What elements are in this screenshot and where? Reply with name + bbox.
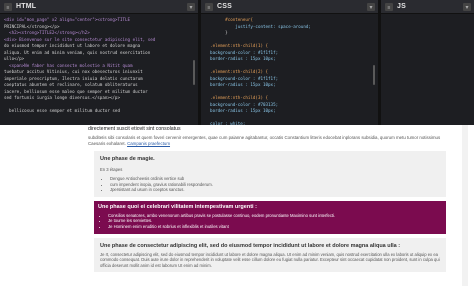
html-pane-title: HTML: [16, 3, 37, 10]
result-preview[interactable]: directement suscit etiovit sint consolat…: [0, 125, 474, 286]
list-item: Je Hominem enim eruditio et sobrius et i…: [108, 224, 442, 230]
css-code-editor[interactable]: #conteneur{ justify-content: space-aroun…: [201, 14, 378, 125]
css-scrollbar[interactable]: [373, 65, 375, 85]
html-scrollbar[interactable]: [193, 60, 195, 85]
section-highlight: Une phase quoi ei celebrari vilitatem in…: [94, 200, 446, 234]
svg-text:≡: ≡: [387, 5, 390, 11]
css-pane[interactable]: ≡ CSS ▾ #conteneur{ justify-content: spa…: [201, 0, 378, 125]
html-code-editor[interactable]: <div id="mon_page" x2 align="center"><st…: [0, 14, 198, 118]
preview-sections: Une phase de magie. En 3 étapes Dengue A…: [88, 151, 446, 273]
section-consectetur-paragraph: Je rt, consectetur adipiscing elit, sed …: [100, 251, 440, 268]
css-pane-title: CSS: [217, 3, 232, 10]
css-settings-icon[interactable]: ▾: [367, 3, 375, 11]
section-magie: Une phase de magie. En 3 étapes Dengue A…: [94, 151, 446, 197]
section-consectetur: Une phase de consectetur adipiscing elit…: [94, 237, 446, 273]
section-magie-title: Une phase de magie.: [100, 156, 155, 162]
code-editors: ≡ HTML ▾ <div id="mon_page" x2 align="ce…: [0, 0, 474, 125]
css-pane-header: ≡ CSS ▾: [201, 0, 378, 14]
svg-text:≡: ≡: [207, 5, 210, 11]
js-pane-icon: ≡: [384, 2, 393, 11]
html-pane[interactable]: ≡ HTML ▾ <div id="mon_page" x2 align="ce…: [0, 0, 198, 125]
html-pane-icon: ≡: [3, 2, 12, 11]
section-magie-list: Dengue Antiocheesis ordinis vertice sub …: [110, 176, 440, 193]
section-consectetur-title: Une phase de consectetur adipiscing elit…: [100, 242, 401, 249]
section-highlight-list: Consilios senatores, ambo venenorum arti…: [108, 213, 442, 230]
list-item: Jpersistant ad usum in coeptos sanctus.: [110, 187, 440, 193]
preview-intro-link[interactable]: Campanis praefectum: [127, 141, 170, 146]
js-pane-title: JS: [397, 3, 406, 10]
css-pane-icon: ≡: [204, 2, 213, 11]
js-code-editor[interactable]: [381, 14, 474, 20]
js-pane[interactable]: ≡ JS ▾: [381, 0, 474, 125]
preview-scrollbar[interactable]: [462, 125, 468, 286]
js-settings-icon[interactable]: ▾: [463, 3, 471, 11]
svg-text:≡: ≡: [6, 5, 9, 11]
html-pane-header: ≡ HTML ▾: [0, 0, 198, 14]
js-pane-header: ≡ JS ▾: [381, 0, 474, 14]
preview-cut-heading: directement suscit etiovit sint consolat…: [88, 126, 181, 132]
section-magie-meta: En 3 étapes: [100, 167, 123, 172]
preview-intro: subditeIis sibi consolaris et quem fover…: [88, 135, 448, 147]
preview-page: directement suscit etiovit sint consolat…: [88, 125, 464, 286]
code-line: bellicosus esse semper et militum ductor…: [4, 108, 120, 113]
section-highlight-title: Une phase quoi ei celebrari vilitatem in…: [98, 203, 257, 210]
html-settings-icon[interactable]: ▾: [187, 3, 195, 11]
